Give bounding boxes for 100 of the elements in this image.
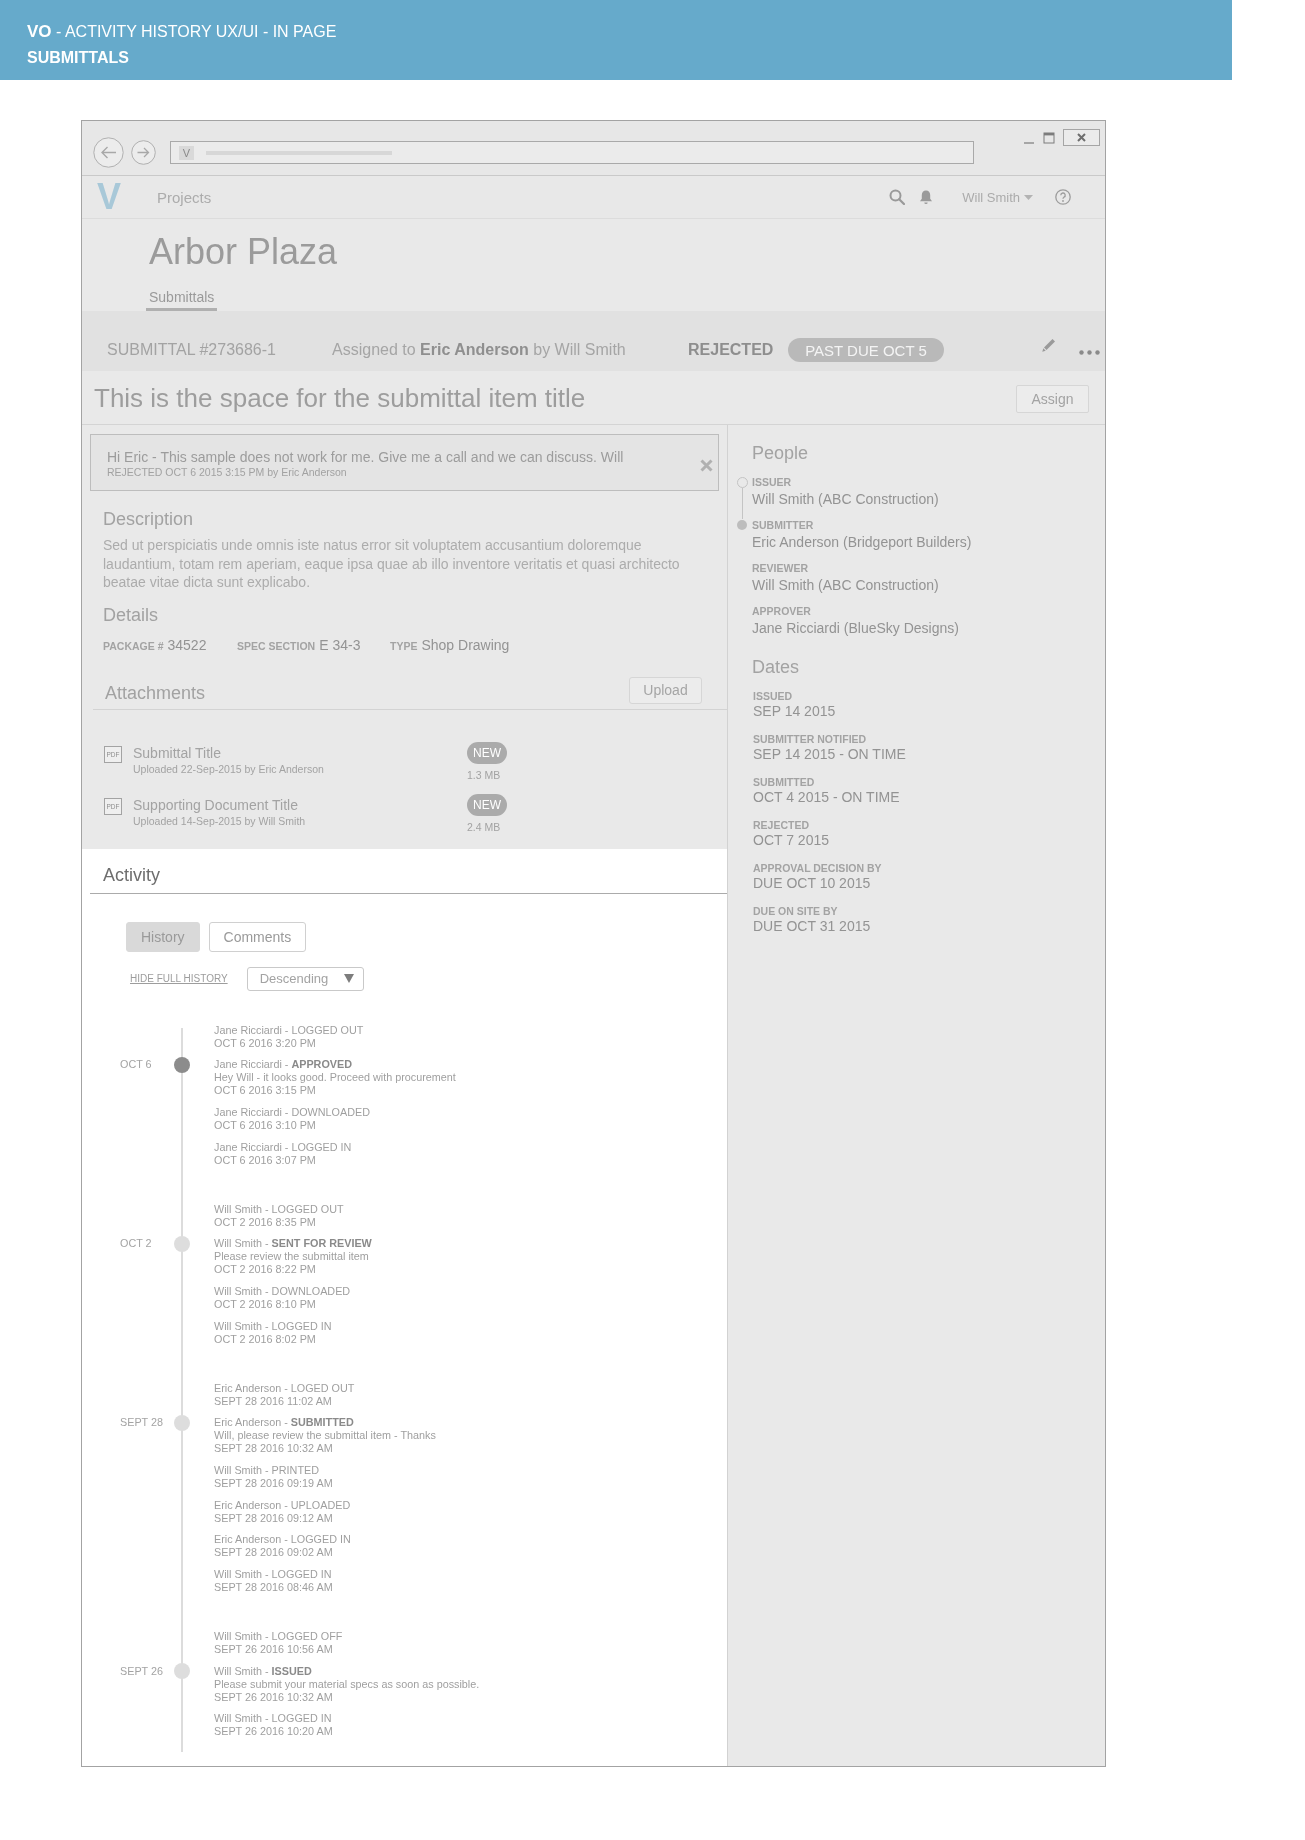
site-favicon: V	[179, 145, 194, 160]
field-value: Shop Drawing	[421, 635, 510, 655]
entry-action: Eric Anderson - SUBMITTED	[214, 1416, 355, 1430]
attachment-title[interactable]: Submittal Title	[133, 743, 467, 762]
assign-button[interactable]: Assign	[1016, 384, 1089, 413]
due-date-pill: PAST DUE OCT 5	[788, 338, 944, 362]
date-label: SUBMITTER NOTIFIED	[753, 733, 868, 745]
entry-time: SEPT 28 2016 11:02 AM	[214, 1394, 333, 1408]
user-menu[interactable]: Will Smith	[962, 189, 1033, 205]
attachment-meta: Uploaded 22-Sep-2015 by Eric Anderson	[133, 761, 325, 776]
entry-time: OCT 6 2016 3:07 PM	[214, 1153, 317, 1167]
entry-message: Hey Will - it looks good. Proceed with procurement	[214, 1071, 457, 1085]
attachment-meta: Uploaded 14-Sep-2015 by Will Smith	[133, 813, 307, 828]
section-heading: People	[752, 442, 810, 465]
entry-time: SEPT 26 2016 10:32 AM	[214, 1690, 334, 1704]
caret-icon	[343, 974, 354, 983]
entry-time: OCT 2 2016 8:22 PM	[214, 1263, 317, 1277]
role-label: APPROVER	[752, 605, 812, 617]
timeline-date: OCT 6	[120, 1058, 153, 1072]
date-label: ISSUED	[753, 690, 794, 702]
date-value: OCT 7 2015	[753, 831, 830, 849]
entry-action: Will Smith - LOGGED OFF	[214, 1630, 344, 1644]
date-value: SEP 14 2015 - ON TIME	[753, 745, 907, 763]
entry-action: Will Smith - LOGGED IN	[214, 1568, 333, 1582]
submittal-title: This is the space for the submittal item title	[94, 383, 586, 414]
role-label: SUBMITTER	[752, 519, 815, 531]
field-value: 34522	[167, 635, 207, 655]
entry-time: SEPT 28 2016 10:32 AM	[214, 1442, 334, 1456]
entry-time: OCT 2 2016 8:10 PM	[214, 1297, 317, 1311]
person-name: Will Smith (ABC Construction)	[752, 576, 939, 594]
maximize-icon[interactable]	[1043, 131, 1055, 144]
person-name: Eric Anderson (Bridgeport Builders)	[752, 533, 972, 551]
banner-title: VO - ACTIVITY HISTORY UX/UI - IN PAGE	[27, 21, 337, 43]
activity-tab[interactable]: Comments	[208, 921, 307, 952]
assignment-text: Assigned to Eric Anderson by Will Smith	[332, 341, 627, 359]
entry-action: Will Smith - DOWNLOADED	[214, 1284, 352, 1298]
date-value: OCT 4 2015 - ON TIME	[753, 788, 901, 806]
date-label: REJECTED	[753, 819, 810, 831]
more-icon[interactable]	[1079, 349, 1100, 355]
entry-action: Eric Anderson - UPLOADED	[214, 1498, 352, 1512]
file-size: 1.3 MB	[467, 767, 501, 782]
entry-time: OCT 6 2016 3:10 PM	[214, 1118, 317, 1132]
entry-action: Jane Ricciardi - DOWNLOADED	[214, 1105, 371, 1119]
entry-time: OCT 6 2016 3:20 PM	[214, 1036, 317, 1050]
entry-action: Eric Anderson - LOGED OUT	[214, 1381, 356, 1395]
date-value: DUE OCT 10 2015	[753, 874, 872, 892]
role-label: REVIEWER	[752, 562, 809, 574]
entry-action: Jane Ricciardi - LOGGED IN	[214, 1140, 353, 1154]
entry-time: SEPT 28 2016 08:46 AM	[214, 1581, 334, 1595]
date-label: SUBMITTED	[753, 776, 816, 788]
file-size: 2.4 MB	[467, 819, 501, 834]
date-value: SEP 14 2015	[753, 702, 837, 720]
caret-icon	[1024, 194, 1033, 200]
close-icon	[1077, 133, 1086, 142]
upload-button[interactable]: Upload	[629, 676, 702, 704]
attachment-title[interactable]: Supporting Document Title	[133, 795, 467, 814]
entry-action: Will Smith - SENT FOR REVIEW	[214, 1237, 373, 1251]
app-logo[interactable]: V	[97, 177, 121, 217]
entry-action: Will Smith - PRINTED	[214, 1464, 320, 1477]
nav-link[interactable]: Projects	[157, 188, 212, 206]
entry-action: Will Smith - LOGGED OUT	[214, 1202, 345, 1216]
step-connector-line	[741, 487, 743, 519]
close-icon[interactable]	[700, 458, 713, 472]
timeline-date: SEPT 26	[120, 1664, 164, 1678]
entry-message: Please submit your material specs as soon as possible.	[214, 1677, 481, 1691]
activity-tab[interactable]: History	[126, 921, 200, 952]
timeline-date: SEPT 28	[120, 1416, 164, 1430]
message-meta: REJECTED OCT 6 2015 3:15 PM by Eric Anderson	[107, 466, 348, 479]
close-button[interactable]	[1063, 129, 1100, 146]
date-value: DUE OCT 31 2015	[753, 917, 872, 935]
date-label: DUE ON SITE BY	[753, 905, 839, 917]
entry-action: Eric Anderson - LOGGED IN	[214, 1533, 352, 1547]
section-heading: Attachments	[105, 681, 206, 705]
search-icon[interactable]	[889, 189, 906, 205]
field-label: SPEC SECTION	[237, 638, 316, 654]
entry-time: SEPT 28 2016 09:02 AM	[214, 1546, 334, 1560]
entry-time: SEPT 28 2016 09:12 AM	[214, 1511, 334, 1525]
sort-dropdown[interactable]: Descending	[246, 966, 364, 991]
entry-action: Jane Ricciardi - APPROVED	[214, 1058, 353, 1072]
bell-icon[interactable]	[919, 189, 934, 205]
field-label: TYPE	[390, 638, 418, 654]
help-icon[interactable]	[1055, 189, 1071, 205]
pencil-icon[interactable]	[1041, 337, 1057, 353]
timeline-date: OCT 2	[120, 1237, 153, 1251]
project-title: Arbor Plaza	[149, 232, 338, 272]
message-text: Hi Eric - This sample does not work for me. Give me a call and we can discuss. Will	[107, 448, 625, 466]
entry-time: OCT 6 2016 3:15 PM	[214, 1084, 317, 1098]
section-heading: Dates	[752, 656, 801, 679]
address-field[interactable]: V	[170, 141, 974, 164]
hide-history-link[interactable]: HIDE FULL HISTORY	[130, 973, 228, 984]
role-label: ISSUER	[752, 476, 793, 488]
description-text: Sed ut perspiciatis unde omnis iste natus error sit voluptatem accusantium doloremque laudantium, totam rem aperiam, eaque ipsa quae ab illo inventore veritatis et quasi architecto beatae vitae dicta sunt explicabo.	[103, 536, 681, 592]
section-heading: Activity	[103, 863, 161, 887]
entry-action: Will Smith - LOGGED IN	[214, 1712, 333, 1726]
date-label: APPROVAL DECISION BY	[753, 862, 883, 874]
entry-time: SEPT 26 2016 10:20 AM	[214, 1725, 334, 1739]
section-heading: Details	[103, 603, 160, 627]
dot-icon	[737, 520, 747, 530]
field-label: PACKAGE #	[103, 638, 164, 654]
new-badge: NEW	[467, 741, 507, 764]
